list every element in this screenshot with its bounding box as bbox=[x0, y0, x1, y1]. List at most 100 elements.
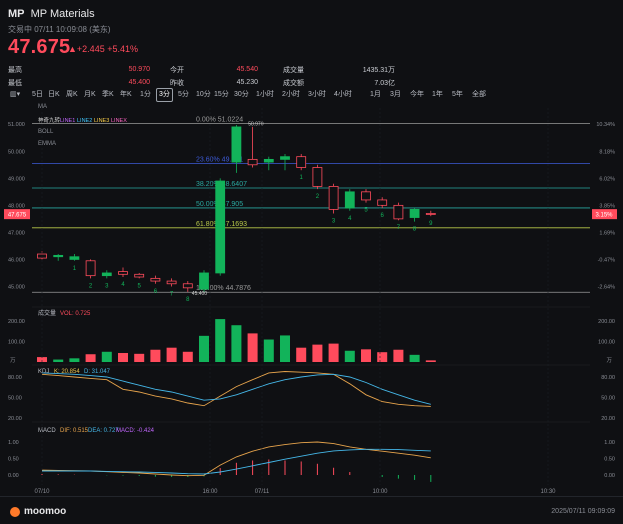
vol-unit-l: 万 bbox=[10, 357, 16, 364]
current-price-label: 47.675 bbox=[8, 213, 27, 219]
vol-bar-20 bbox=[361, 349, 371, 362]
vol-title: 成交量 bbox=[38, 309, 56, 317]
kdj-d-line bbox=[41, 372, 431, 405]
candle-body-24 bbox=[425, 213, 436, 215]
td-seq-16: 1 bbox=[300, 175, 304, 181]
ma-label: MA bbox=[38, 104, 47, 110]
vol-bar-1 bbox=[53, 359, 64, 362]
indicator-line-1: LINE1 bbox=[60, 118, 75, 124]
candle-body-1 bbox=[53, 254, 64, 258]
td-seq-21: 6 bbox=[381, 213, 385, 219]
macd-tick-r-1: 0.50 bbox=[604, 457, 615, 463]
macd-title: MACD bbox=[38, 428, 56, 434]
vol-bar-10 bbox=[199, 335, 209, 362]
vol-bar-12 bbox=[231, 325, 242, 362]
pct-tick-3: 3.85% bbox=[599, 203, 615, 209]
candle-body-18 bbox=[328, 186, 339, 210]
vol-bar-8 bbox=[166, 347, 177, 362]
vol-unit-r: 万 bbox=[606, 357, 612, 364]
price-change: ▲+2.445 +5.41% bbox=[68, 44, 138, 54]
footer: moomoo 2025/07/11 09:09:09 bbox=[0, 496, 623, 524]
time-label-1: 16:00 bbox=[202, 489, 218, 495]
chart-area[interactable]: MA 神奇九转 LINE1 LINE2 LINE3 LINEX BOLL EMMA 51.000… bbox=[0, 100, 623, 500]
kdj-tick-l-2: 20.00 bbox=[8, 416, 22, 422]
kdj-tick-l-1: 50.00 bbox=[8, 396, 22, 402]
boll-label: BOLL bbox=[38, 129, 54, 135]
candle-body-8 bbox=[166, 280, 177, 285]
time-label-0: 07/10 bbox=[34, 489, 50, 495]
vol-bar-21 bbox=[377, 352, 388, 362]
candle-body-19 bbox=[344, 191, 355, 209]
macd-tick-l-1: 0.50 bbox=[8, 457, 19, 463]
price-tick-0: 51.000 bbox=[8, 122, 25, 128]
vol-bar-17 bbox=[312, 344, 323, 362]
candle-body-3 bbox=[85, 260, 96, 277]
pct-tick-1: 8.18% bbox=[599, 149, 615, 155]
pct-tick-6: -2.64% bbox=[598, 284, 616, 290]
moomoo-logo: moomoo bbox=[10, 506, 66, 517]
vol-bar-6 bbox=[134, 353, 145, 362]
pct-tick-0: 10.34% bbox=[596, 122, 615, 128]
vol-bar-7 bbox=[150, 349, 161, 362]
kdj-tick-l-0: 80.00 bbox=[8, 375, 22, 381]
vol-bar-23 bbox=[409, 354, 420, 362]
vol-bar-19 bbox=[344, 350, 355, 362]
vol-bar-9 bbox=[182, 351, 193, 362]
high-marker: 50.970 bbox=[248, 122, 264, 128]
candle-body-9 bbox=[182, 283, 193, 289]
quote-header: MP MP Materials 交易中 07/11 10:09:08 (美东) … bbox=[8, 8, 615, 104]
candle-body-12 bbox=[231, 126, 242, 163]
price-tick-2: 49.000 bbox=[8, 176, 25, 182]
indicator-line-3: LINE3 bbox=[94, 118, 109, 124]
last-price: 47.675 bbox=[8, 36, 71, 58]
indicator-line-2: LINE2 bbox=[77, 118, 92, 124]
time-label-2: 07/11 bbox=[255, 489, 270, 495]
price-tick-1: 50.000 bbox=[8, 149, 25, 155]
vol-bar-18 bbox=[328, 343, 339, 362]
moomoo-icon bbox=[10, 506, 20, 517]
candle-body-20 bbox=[361, 191, 371, 201]
td-seq-20: 5 bbox=[364, 208, 368, 214]
price-tick-6: 45.000 bbox=[8, 284, 25, 290]
time-label-4: 10:30 bbox=[540, 489, 556, 495]
pct-tick-4: 1.69% bbox=[599, 230, 615, 236]
candle-body-6 bbox=[134, 273, 145, 278]
fib-label-0: 0.00% 51.0224 bbox=[196, 117, 243, 124]
vol-tick-l-0: 200.00 bbox=[8, 319, 25, 325]
vol-bar-5 bbox=[118, 353, 128, 362]
macd-dif: DIF: 0.515 bbox=[60, 428, 89, 434]
macd-tick-l-2: 0.00 bbox=[8, 473, 19, 479]
quote-stats: 最高 50.970 今开 45.540 成交量 1435.31万 最低 45.4… bbox=[8, 63, 398, 89]
td-seq-17: 2 bbox=[316, 194, 320, 200]
vol-tick-r-1: 100.00 bbox=[598, 340, 615, 346]
vol-tick-l-1: 100.00 bbox=[8, 340, 25, 346]
td-seq-22: 7 bbox=[397, 225, 401, 231]
vol-bar-24 bbox=[425, 360, 436, 362]
ticker: MP bbox=[8, 8, 25, 20]
vol-tick-r-0: 200.00 bbox=[598, 319, 615, 325]
td-seq-6: 5 bbox=[138, 283, 142, 289]
pct-tick-2: 6.02% bbox=[599, 176, 615, 182]
chart-svg[interactable]: MA神奇九转 LINE1 LINE2 LINE3 LINEXBOLLEMMA51.000… bbox=[0, 100, 623, 500]
stats-row-1: 最高 50.970 今开 45.540 成交量 1435.31万 bbox=[8, 66, 395, 74]
symbol-title: MP MP Materials bbox=[8, 8, 615, 20]
macd-tick-r-0: 1.00 bbox=[604, 440, 615, 446]
td-seq-2: 1 bbox=[73, 266, 77, 272]
vol-bar-11 bbox=[215, 319, 226, 362]
kdj-tick-r-1: 50.00 bbox=[601, 396, 615, 402]
td-seq-9: 8 bbox=[186, 297, 190, 303]
current-pct-label: 3.15% bbox=[595, 213, 613, 219]
candle-body-15 bbox=[280, 156, 290, 160]
candle-body-5 bbox=[118, 271, 128, 275]
pct-tick-5: -0.47% bbox=[598, 257, 616, 263]
indicator-line-4: LINEX bbox=[111, 118, 127, 124]
candle-body-7 bbox=[150, 277, 161, 282]
candle-body-16 bbox=[296, 156, 307, 168]
kdj-d: D: 31.047 bbox=[84, 369, 111, 375]
td-seq-19: 4 bbox=[348, 216, 352, 222]
td-seq-5: 4 bbox=[121, 282, 125, 288]
vol-bar-22 bbox=[393, 349, 404, 362]
vol-bar-3 bbox=[85, 354, 96, 362]
price-tick-5: 46.000 bbox=[8, 257, 25, 263]
candle-body-14 bbox=[263, 158, 274, 163]
